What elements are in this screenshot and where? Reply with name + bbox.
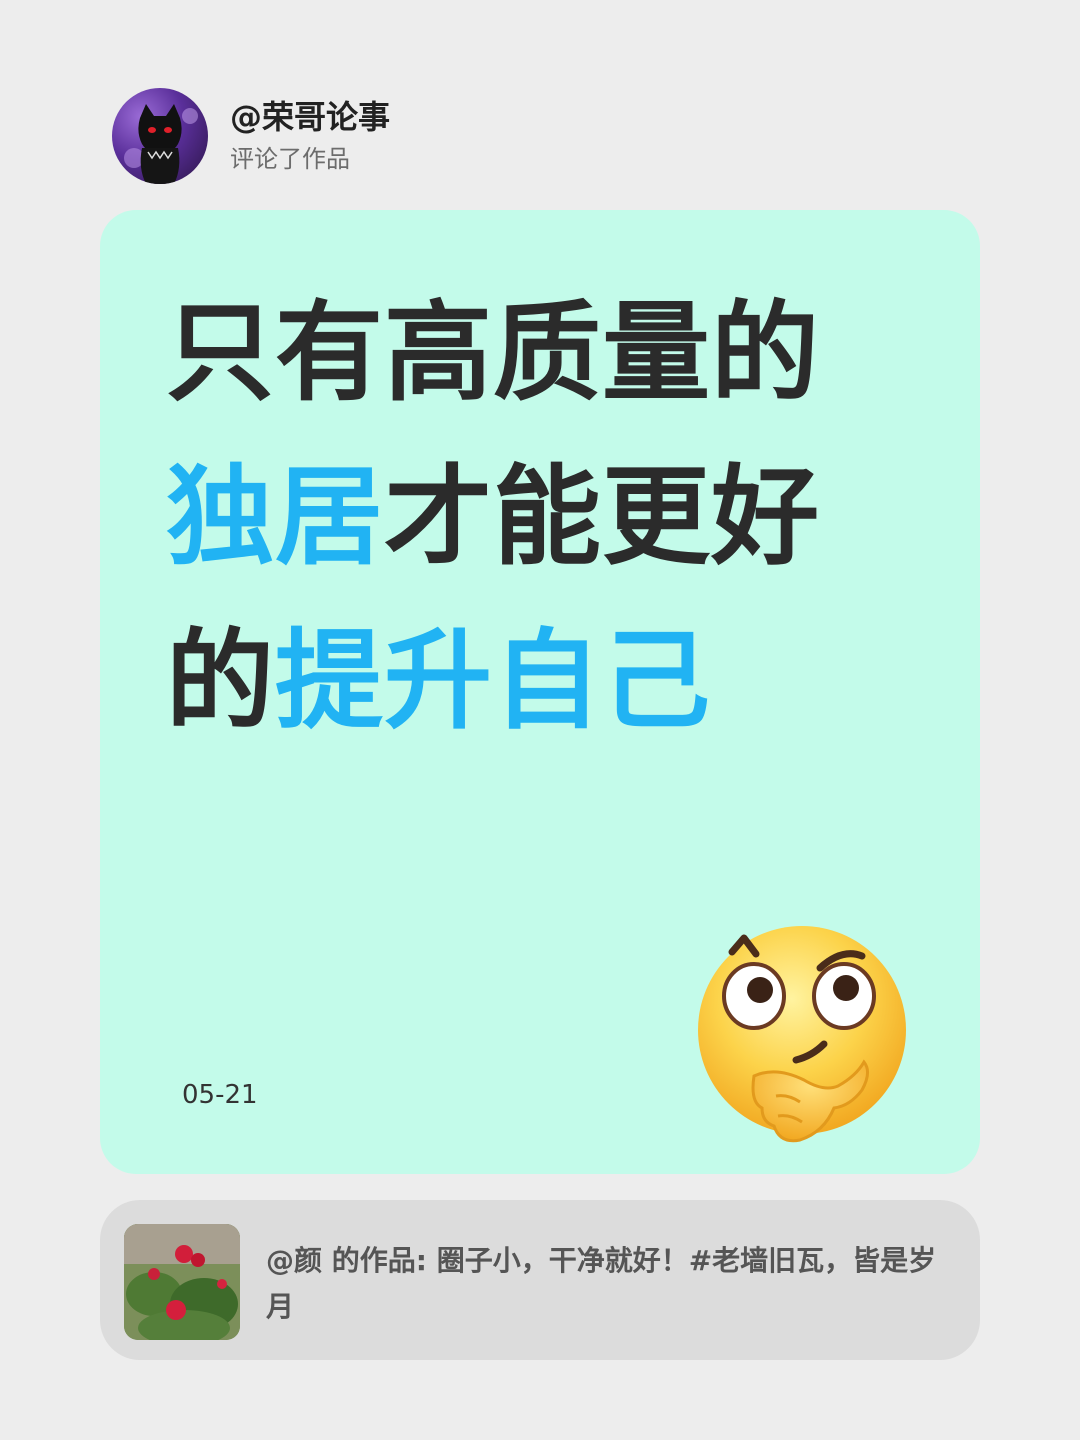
- headline-line-3-text: 的: [166, 619, 276, 744]
- headline-line-2-text: 才能更好: [384, 455, 821, 580]
- headline-line-1: 只有高质量的: [166, 272, 926, 436]
- black-cat-avatar-icon: [124, 104, 198, 184]
- headline-line-3: 的提升自己: [166, 600, 926, 764]
- headline: 只有高质量的 独居才能更好 的提升自己: [166, 272, 926, 764]
- quoted-work[interactable]: @颜 的作品: 圈子小，干净就好！#老墙旧瓦，皆是岁月: [100, 1200, 980, 1360]
- headline-line-2: 独居才能更好: [166, 436, 926, 600]
- thinking-face-emoji-icon: [696, 926, 916, 1150]
- comment-header: @荣哥论事 评论了作品: [112, 88, 390, 184]
- headline-line-1-text: 只有高质量的: [166, 291, 821, 416]
- quoted-work-text: @颜 的作品: 圈子小，干净就好！#老墙旧瓦，皆是岁月: [266, 1244, 937, 1323]
- headline-highlight-2: 提升自己: [275, 619, 712, 744]
- username[interactable]: @荣哥论事: [230, 96, 390, 138]
- avatar[interactable]: [112, 88, 208, 184]
- action-text: 评论了作品: [230, 145, 350, 173]
- headline-highlight-1: 独居: [166, 455, 385, 580]
- comment-date: 05-21: [182, 1080, 258, 1110]
- comment-card[interactable]: 只有高质量的 独居才能更好 的提升自己 05-21: [100, 210, 980, 1174]
- red-roses-thumbnail-icon[interactable]: [124, 1224, 240, 1340]
